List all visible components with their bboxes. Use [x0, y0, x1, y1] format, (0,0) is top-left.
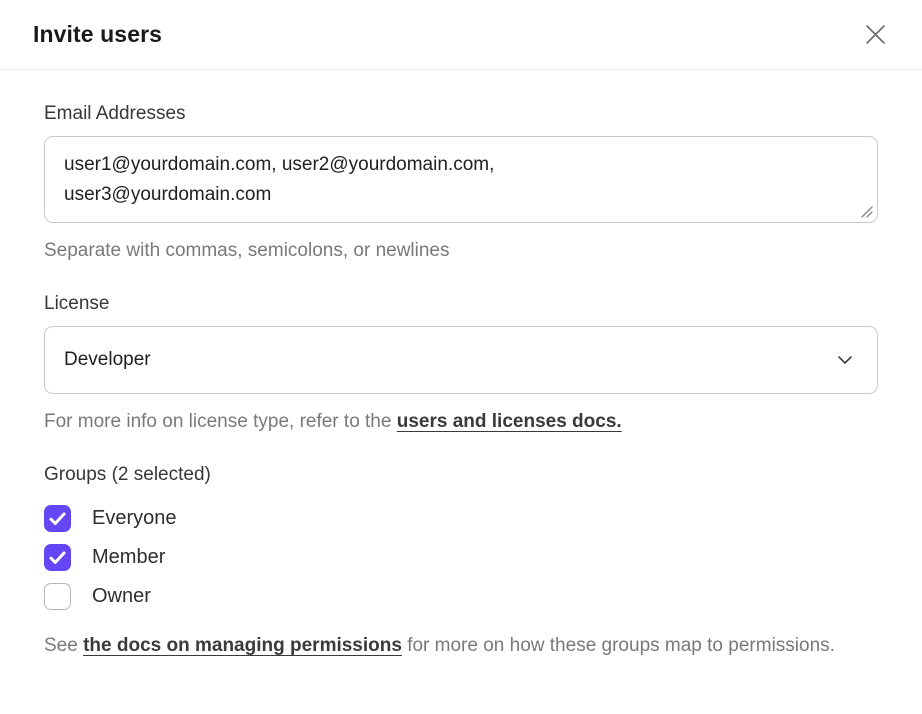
check-icon: [49, 512, 66, 526]
group-option-owner[interactable]: Owner: [44, 583, 878, 610]
everyone-checkbox[interactable]: [44, 505, 71, 532]
check-icon: [49, 551, 66, 565]
group-option-label: Everyone: [92, 507, 177, 530]
group-option-everyone[interactable]: Everyone: [44, 505, 878, 532]
license-helper-text: For more info on license type, refer to …: [44, 407, 878, 436]
license-selected-value: Developer: [64, 349, 151, 371]
groups-helper-prefix: See: [44, 635, 83, 656]
license-helper-prefix: For more info on license type, refer to …: [44, 411, 397, 432]
group-option-member[interactable]: Member: [44, 544, 878, 571]
email-addresses-field: Email Addresses user1@yourdomain.com, us…: [44, 103, 878, 265]
email-helper-text: Separate with commas, semicolons, or new…: [44, 236, 878, 265]
license-field: License Developer For more info on licen…: [44, 293, 878, 436]
check-icon: [49, 590, 66, 604]
group-option-label: Member: [92, 546, 165, 569]
groups-helper-text: See the docs on managing permissions for…: [44, 631, 878, 660]
owner-checkbox[interactable]: [44, 583, 71, 610]
managing-permissions-link[interactable]: the docs on managing permissions: [83, 635, 402, 656]
email-textarea-wrap: user1@yourdomain.com, user2@yourdomain.c…: [44, 136, 878, 223]
chevron-down-icon: [837, 355, 853, 365]
member-checkbox[interactable]: [44, 544, 71, 571]
close-icon: [864, 23, 887, 46]
close-button[interactable]: [861, 21, 889, 49]
dialog-header: Invite users: [0, 0, 922, 70]
dialog-body: Email Addresses user1@yourdomain.com, us…: [0, 70, 922, 660]
dialog-title: Invite users: [33, 21, 162, 48]
users-licenses-docs-link[interactable]: users and licenses docs.: [397, 411, 622, 432]
groups-field: Groups (2 selected) Everyone: [44, 464, 878, 660]
license-label: License: [44, 293, 878, 315]
license-select[interactable]: Developer: [44, 326, 878, 394]
group-option-label: Owner: [92, 585, 151, 608]
groups-label: Groups (2 selected): [44, 464, 878, 486]
email-addresses-textarea[interactable]: user1@yourdomain.com, user2@yourdomain.c…: [44, 136, 878, 223]
invite-users-dialog: Invite users Email Addresses user1@yourd…: [0, 0, 922, 714]
groups-helper-suffix: for more on how these groups map to perm…: [402, 635, 835, 656]
email-addresses-label: Email Addresses: [44, 103, 878, 125]
